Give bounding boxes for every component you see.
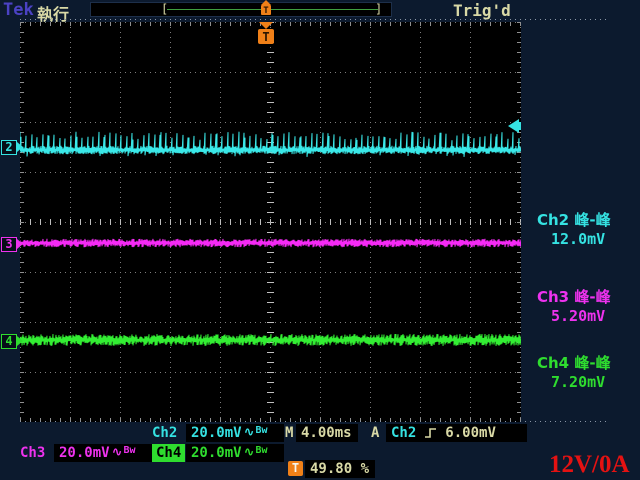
ch3-readout-label: Ch3	[20, 444, 45, 462]
record-trigger-marker: T	[258, 0, 274, 16]
trigger-readout: Ch2 6.00mV	[386, 424, 527, 442]
channel-4-number: 4	[1, 334, 17, 349]
ch3-scale-readout: 20.0mV∿Bw	[54, 444, 152, 462]
measurement-ch3: Ch3 峰-峰 5.20mV	[537, 286, 611, 325]
record-trigger-letter: T	[263, 6, 269, 16]
ch4-scale-readout: 20.0mV∿Bw	[186, 444, 284, 462]
record-window-right-bracket: ]	[375, 2, 382, 16]
record-view-bar: [ ]	[90, 2, 392, 17]
ac-coupling-icon: ∿	[244, 444, 255, 462]
measurement-ch4-value: 7.20mV	[537, 373, 611, 391]
horizontal-position-value: 49.80 %	[310, 460, 369, 478]
rising-edge-icon	[424, 426, 437, 440]
horizontal-position-readout: 49.80 %	[305, 460, 375, 478]
bandwidth-limit-icon: Bw	[255, 424, 267, 438]
trigger-status: Trig'd	[453, 1, 511, 20]
record-window-left-bracket: [	[161, 2, 168, 16]
trigger-level-arrow	[508, 119, 521, 133]
ch4-readout-label: Ch4	[152, 444, 185, 462]
measurement-ch3-label: Ch3 峰-峰	[537, 286, 611, 307]
channel-4-arrow-icon	[17, 336, 23, 346]
measurement-ch3-value: 5.20mV	[537, 307, 611, 325]
measurement-ch2-value: 12.0mV	[537, 230, 611, 248]
tek-logo: Tek	[3, 0, 34, 20]
channel-3-marker: 3	[1, 236, 23, 252]
trigger-position-letter: T	[262, 30, 269, 44]
channel-3-number: 3	[1, 237, 17, 252]
measurement-ch2: Ch2 峰-峰 12.0mV	[537, 209, 611, 248]
timebase-readout: 4.00ms	[296, 424, 358, 442]
trace-ch2	[20, 132, 521, 157]
ch2-readout-label: Ch2	[152, 424, 177, 442]
channel-4-marker: 4	[1, 333, 23, 349]
graticule: T	[20, 22, 521, 422]
top-rule	[20, 19, 610, 20]
grid-lines	[20, 22, 521, 422]
psu-overlay-label: 12V/0A	[549, 451, 630, 479]
waveform-traces	[20, 132, 521, 346]
ac-coupling-icon: ∿	[112, 444, 123, 462]
ch3-scale-value: 20.0mV	[59, 444, 110, 462]
ch4-scale-value: 20.0mV	[191, 444, 242, 462]
measurement-ch2-label: Ch2 峰-峰	[537, 209, 611, 230]
channel-2-marker: 2	[1, 139, 23, 155]
timebase-value: 4.00ms	[301, 424, 352, 442]
oscilloscope-screen: Tek 執行 [ ] T Trig'd T 2 3 4	[0, 0, 640, 480]
channel-3-arrow-icon	[17, 239, 23, 249]
trigger-mode: A	[371, 424, 379, 442]
measurement-ch4: Ch4 峰-峰 7.20mV	[537, 352, 611, 391]
channel-2-number: 2	[1, 140, 17, 155]
ch2-scale-readout: 20.0mV∿Bw	[186, 424, 284, 442]
channel-2-arrow-icon	[17, 142, 23, 152]
timebase-prefix: M	[285, 424, 293, 442]
horizontal-trigger-icon: T	[288, 461, 303, 476]
bandwidth-limit-icon: Bw	[255, 444, 267, 458]
ac-coupling-icon: ∿	[244, 424, 255, 442]
trace-ch3	[20, 239, 521, 247]
bandwidth-limit-icon: Bw	[123, 444, 135, 458]
trigger-source: Ch2	[391, 424, 416, 442]
trace-ch4	[20, 334, 521, 346]
measurement-ch4-label: Ch4 峰-峰	[537, 352, 611, 373]
ch2-scale-value: 20.0mV	[191, 424, 242, 442]
bottom-rule	[20, 421, 610, 422]
trigger-level: 6.00mV	[445, 424, 496, 442]
